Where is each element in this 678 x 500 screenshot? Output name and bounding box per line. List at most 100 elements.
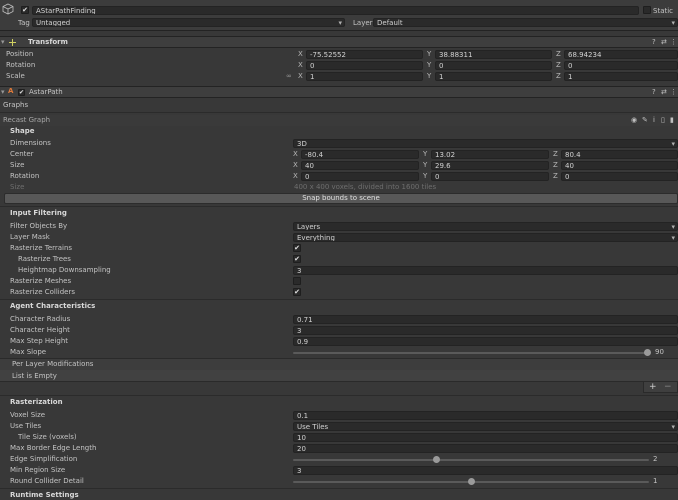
transform-title: Transform	[28, 38, 68, 46]
graphs-row[interactable]: Graphs	[0, 100, 678, 111]
voxel-size-field[interactable]: 0.1	[293, 411, 678, 420]
filter-objects-dropdown[interactable]: Layers	[293, 222, 678, 231]
shape-rotation-label: Rotation	[10, 172, 40, 180]
static-checkbox[interactable]	[643, 6, 651, 14]
shape-rotation-row: Rotation X 0 Y 0 Z 0	[0, 171, 678, 182]
filter-objects-row: Filter Objects By Layers	[0, 221, 678, 232]
astarpath-header[interactable]: ▾ A ✔ AstarPath ? ⇄ ⋮	[0, 86, 678, 98]
rotation-z-field[interactable]: 0	[564, 61, 678, 70]
max-slope-slider-handle[interactable]	[644, 349, 651, 356]
object-name-field[interactable]: AStarPathFinding	[32, 6, 639, 15]
per-layer-label: Per Layer Modifications	[12, 360, 94, 368]
character-radius-field[interactable]: 0.71	[293, 315, 678, 324]
max-step-field[interactable]: 0.9	[293, 337, 678, 346]
heightmap-field[interactable]: 3	[293, 266, 678, 275]
eye-icon[interactable]: ◉	[631, 116, 637, 124]
preset-icon[interactable]: ⇄	[661, 88, 667, 96]
runtime-title: Runtime Settings	[10, 491, 79, 499]
size-z-field[interactable]: 40	[561, 161, 678, 170]
max-slope-slider-track[interactable]	[293, 352, 649, 354]
min-region-label: Min Region Size	[10, 466, 66, 474]
shape-rotation-z-field[interactable]: 0	[561, 172, 678, 181]
object-active-checkbox[interactable]: ✔	[21, 6, 29, 14]
max-border-field[interactable]: 20	[293, 444, 678, 453]
center-z-field[interactable]: 80.4	[561, 150, 678, 159]
component-enabled-checkbox[interactable]: ✔	[18, 89, 25, 96]
center-y-field[interactable]: 13.02	[431, 150, 549, 159]
position-z-field[interactable]: 68.94234	[564, 50, 678, 59]
min-region-row: Min Region Size 3	[0, 465, 678, 476]
round-collider-value[interactable]: 1	[653, 477, 657, 485]
use-tiles-dropdown[interactable]: Use Tiles	[293, 422, 678, 431]
shape-rotation-x-field[interactable]: 0	[301, 172, 419, 181]
runtime-section: Runtime Settings	[0, 490, 678, 500]
dimensions-dropdown[interactable]: 3D	[293, 139, 678, 148]
agent-section: Agent Characteristics	[0, 301, 678, 312]
rasterize-colliders-row: Rasterize Colliders ✔	[0, 287, 678, 298]
transform-header[interactable]: ▾ Transform ? ⇄ ⋮	[0, 36, 678, 48]
context-menu-icon[interactable]: ⋮	[670, 88, 677, 96]
help-icon[interactable]: ?	[652, 38, 656, 46]
list-empty-text: List is Empty	[12, 372, 57, 380]
layer-mask-dropdown[interactable]: Everything	[293, 233, 678, 242]
round-collider-slider-handle[interactable]	[468, 478, 475, 485]
edge-simplification-slider-handle[interactable]	[433, 456, 440, 463]
edge-simplification-slider-track[interactable]	[293, 459, 649, 461]
layer-dropdown[interactable]: Default	[373, 18, 678, 27]
size-y-field[interactable]: 29.6	[431, 161, 549, 170]
shape-rotation-y-field[interactable]: 0	[431, 172, 549, 181]
context-menu-icon[interactable]: ⋮	[670, 38, 677, 46]
rotation-x-field[interactable]: 0	[306, 61, 423, 70]
scale-z-field[interactable]: 1	[564, 72, 678, 81]
info-icon[interactable]: i	[653, 116, 655, 124]
rasterize-trees-row: Rasterize Trees ✔	[0, 254, 678, 265]
center-x-field[interactable]: -80.4	[301, 150, 419, 159]
scale-label: Scale	[6, 72, 25, 80]
axis-y-label: Y	[427, 72, 432, 80]
list-footer: + −	[643, 382, 678, 393]
graph-header[interactable]: Recast Graph ◉ ✎ i ▯ ▮	[0, 115, 678, 126]
rotation-y-field[interactable]: 0	[435, 61, 552, 70]
heightmap-label: Heightmap Downsampling	[18, 266, 111, 274]
position-label: Position	[6, 50, 34, 58]
axis-y-label: Y	[423, 150, 428, 158]
tile-size-row: Tile Size (voxels) 10	[0, 432, 678, 443]
object-header: ✔ AStarPathFinding Static Tag Untagged L…	[0, 0, 678, 31]
tile-size-field[interactable]: 10	[293, 433, 678, 442]
remove-item-button[interactable]: −	[664, 382, 672, 392]
rasterize-trees-checkbox[interactable]: ✔	[293, 255, 301, 263]
rotation-label: Rotation	[6, 61, 36, 69]
per-layer-header[interactable]: Per Layer Modifications	[0, 358, 678, 370]
scale-row: Scale ∞ X 1 Y 1 Z 1	[0, 71, 678, 82]
help-icon[interactable]: ?	[652, 88, 656, 96]
size-x-field[interactable]: 40	[301, 161, 419, 170]
per-layer-list: List is Empty	[0, 370, 678, 382]
max-slope-value[interactable]: 90	[655, 348, 664, 356]
scale-y-field[interactable]: 1	[435, 72, 552, 81]
rasterization-title: Rasterization	[10, 398, 63, 406]
min-region-field[interactable]: 3	[293, 466, 678, 475]
round-collider-label: Round Collider Detail	[10, 477, 84, 485]
pencil-icon[interactable]: ✎	[642, 116, 648, 124]
rasterize-terrains-checkbox[interactable]: ✔	[293, 244, 301, 252]
snap-bounds-button[interactable]: Snap bounds to scene	[4, 193, 678, 204]
preset-icon[interactable]: ⇄	[661, 38, 667, 46]
dimensions-label: Dimensions	[10, 139, 51, 147]
center-row: Center X -80.4 Y 13.02 Z 80.4	[0, 149, 678, 160]
divider	[0, 395, 678, 396]
position-x-field[interactable]: -75.52552	[306, 50, 423, 59]
position-y-field[interactable]: 38.88311	[435, 50, 552, 59]
copy-icon[interactable]: ▯	[661, 116, 665, 124]
scale-x-field[interactable]: 1	[306, 72, 423, 81]
rasterize-meshes-checkbox[interactable]	[293, 277, 301, 285]
layer-mask-label: Layer Mask	[10, 233, 50, 241]
tag-dropdown[interactable]: Untagged	[32, 18, 345, 27]
character-height-field[interactable]: 3	[293, 326, 678, 335]
input-filtering-title: Input Filtering	[10, 209, 67, 217]
use-tiles-row: Use Tiles Use Tiles	[0, 421, 678, 432]
add-item-button[interactable]: +	[649, 382, 657, 392]
link-icon[interactable]: ∞	[286, 72, 292, 80]
trash-icon[interactable]: ▮	[670, 116, 674, 124]
rasterize-colliders-checkbox[interactable]: ✔	[293, 288, 301, 296]
edge-simplification-value[interactable]: 2	[653, 455, 657, 463]
